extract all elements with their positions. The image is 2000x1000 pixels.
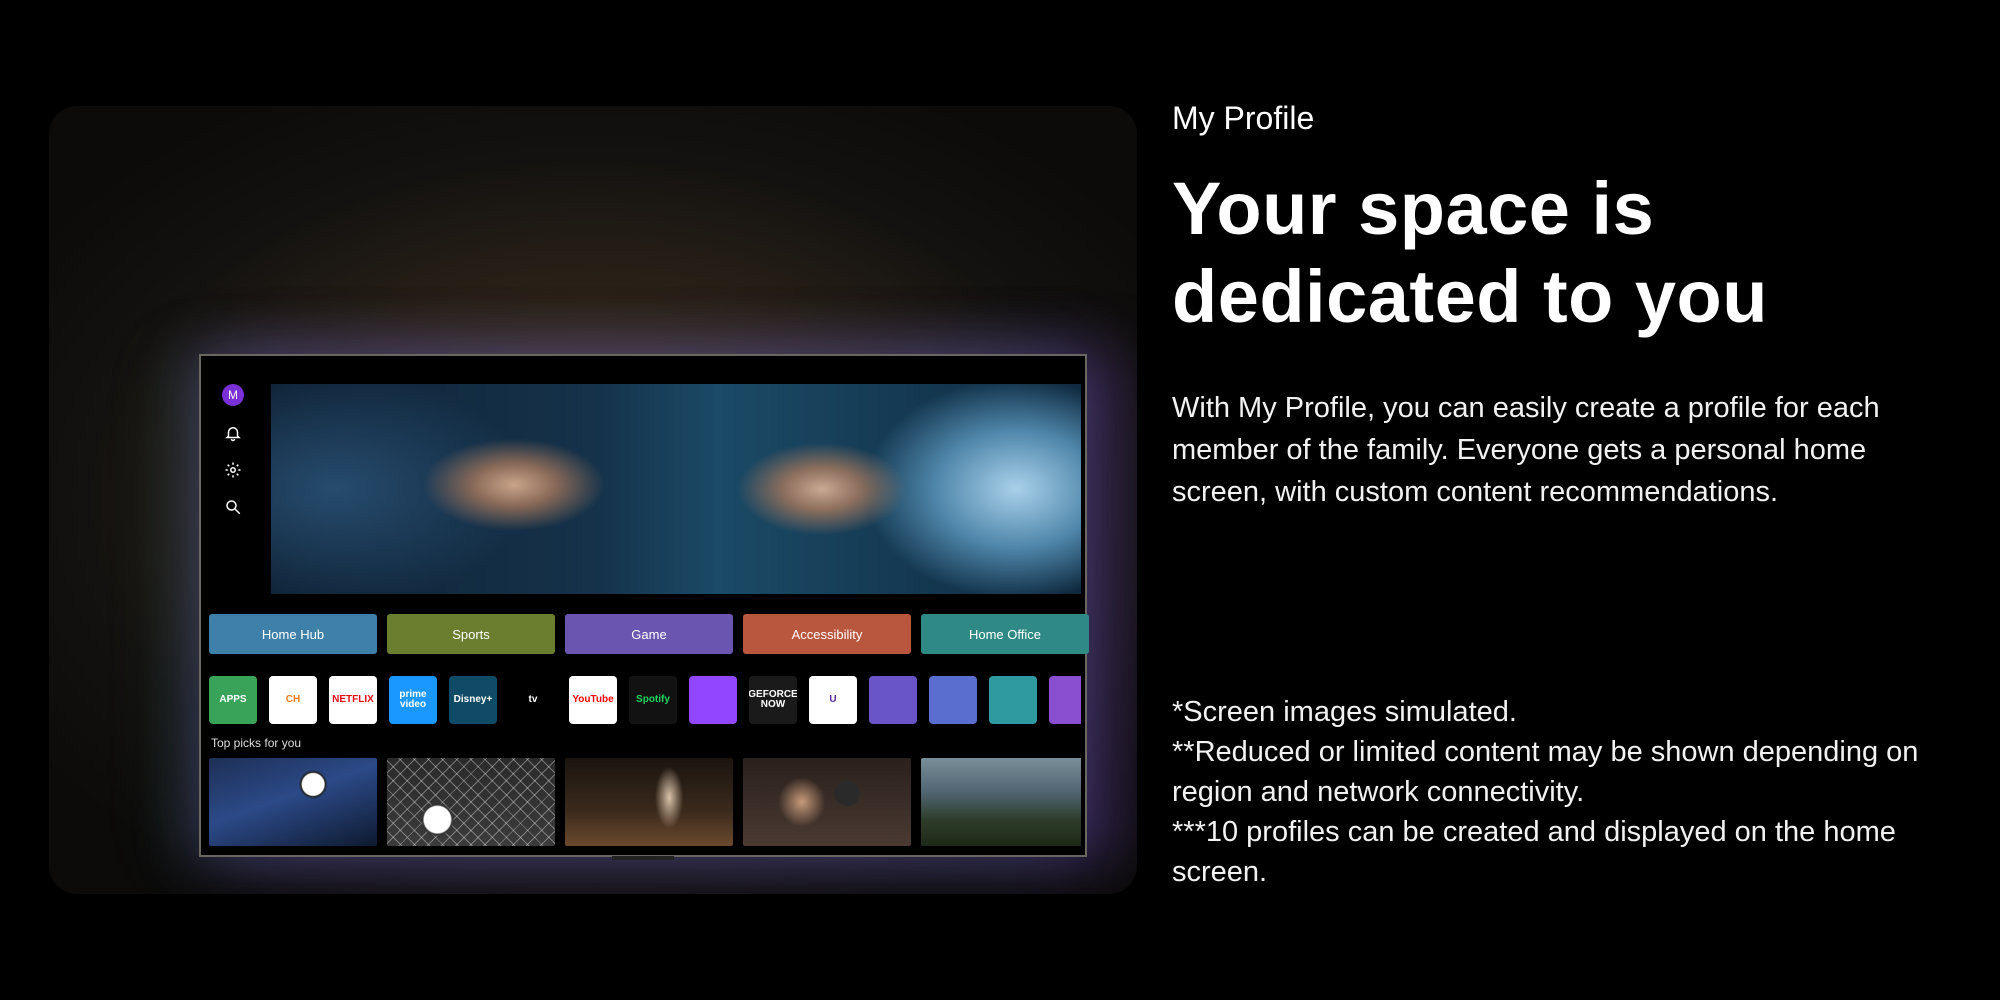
app-tile[interactable]: NETFLIX: [329, 676, 377, 724]
search-icon[interactable]: [223, 497, 243, 517]
page-headline: Your space is dedicated to you: [1172, 165, 1952, 341]
tv-stand: [612, 856, 674, 860]
basketball-thumbnail[interactable]: [565, 758, 733, 846]
headline-line-2: dedicated to you: [1172, 255, 1768, 338]
category-row: Home Hub Sports Game Accessibility Home Offi…: [209, 614, 1089, 654]
app-tile[interactable]: U: [809, 676, 857, 724]
headline-line-1: Your space is: [1172, 167, 1655, 250]
hero-banner-hockey-players[interactable]: [271, 384, 1081, 594]
description-text: With My Profile, you can easily create a…: [1172, 392, 1880, 508]
soccer-goal-thumbnail[interactable]: [387, 758, 555, 846]
category-tile[interactable]: Home Hub: [209, 614, 377, 654]
american-football-thumbnail[interactable]: [921, 758, 1081, 846]
gear-icon[interactable]: [223, 460, 243, 480]
app-tile[interactable]: [1049, 676, 1081, 724]
footnotes: *Screen images simulated. **Reduced or l…: [1172, 692, 1962, 892]
footnote-2: **Reduced or limited content may be show…: [1172, 736, 1919, 808]
bell-icon[interactable]: [223, 423, 243, 443]
app-tile[interactable]: APPS: [209, 676, 257, 724]
app-tile[interactable]: [869, 676, 917, 724]
category-tile[interactable]: Home Office: [921, 614, 1089, 654]
app-tile[interactable]: [929, 676, 977, 724]
app-tile[interactable]: tv: [509, 676, 557, 724]
footnote-1: *Screen images simulated.: [1172, 696, 1517, 728]
profile-avatar[interactable]: M: [222, 384, 244, 406]
side-nav: M: [211, 384, 255, 517]
app-tile[interactable]: [689, 676, 737, 724]
app-tile[interactable]: YouTube: [569, 676, 617, 724]
app-tile[interactable]: GEFORCE NOW: [749, 676, 797, 724]
top-picks-row: [209, 758, 1081, 846]
soccer-kick-thumbnail[interactable]: [209, 758, 377, 846]
category-tile[interactable]: Accessibility: [743, 614, 911, 654]
section-label: My Profile: [1172, 100, 1315, 136]
app-tile[interactable]: CH: [269, 676, 317, 724]
top-picks-label: Top picks for you: [211, 736, 302, 750]
apps-row: APPS CH NETFLIX prime video Disney+ tv YouTube…: [209, 676, 1081, 726]
tv-screen: M Home Hub Sports Game Accessibility Home Of…: [199, 354, 1089, 857]
app-tile[interactable]: Spotify: [629, 676, 677, 724]
app-tile[interactable]: prime video: [389, 676, 437, 724]
boxing-thumbnail[interactable]: [743, 758, 911, 846]
footnote-3: ***10 profiles can be created and displa…: [1172, 816, 1896, 888]
category-tile[interactable]: Game: [565, 614, 733, 654]
app-tile[interactable]: Disney+: [449, 676, 497, 724]
tv-stage: M Home Hub Sports Game Accessibility Home Of…: [49, 106, 1137, 894]
category-tile[interactable]: Sports: [387, 614, 555, 654]
app-tile[interactable]: [989, 676, 1037, 724]
